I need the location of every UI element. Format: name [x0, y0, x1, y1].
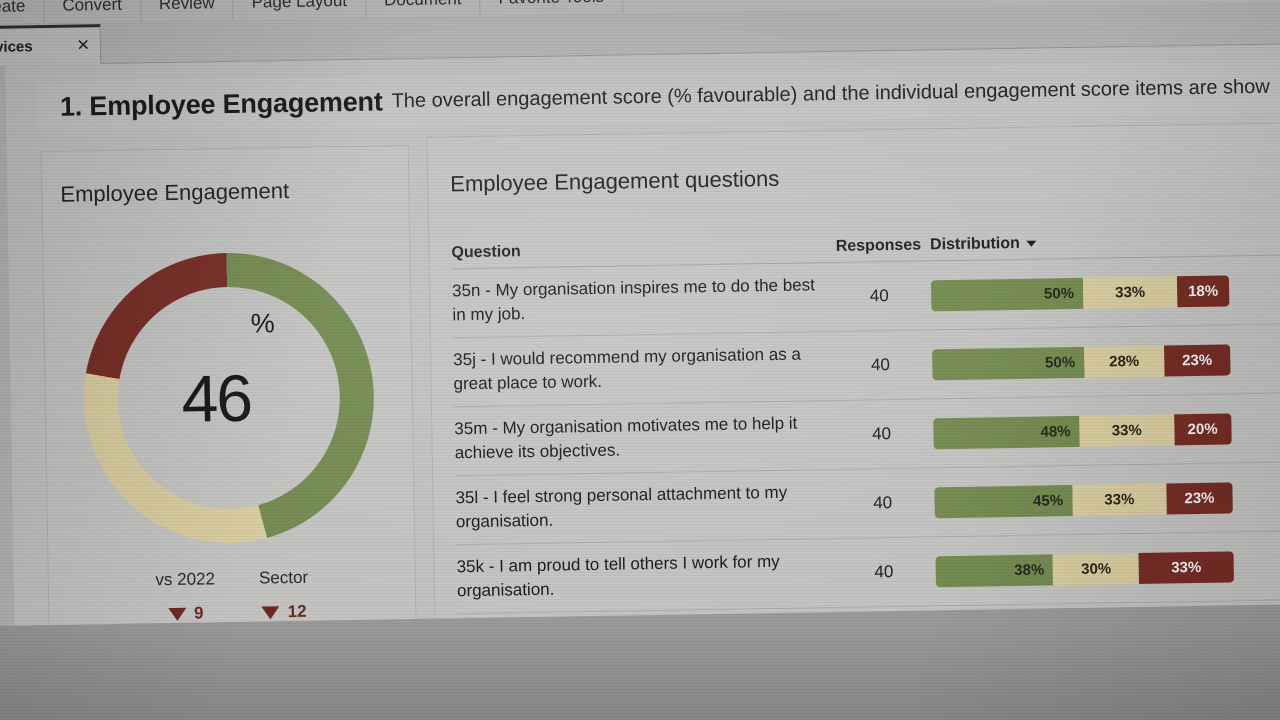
ribbon-tab-page-layout[interactable]: Page Layout: [233, 0, 367, 20]
distribution-segment-pos: 48%: [932, 415, 1080, 449]
ribbon-tab-review[interactable]: Review: [140, 0, 234, 22]
column-header-distribution-label: Distribution: [929, 234, 1020, 254]
column-header-vs: vs: [1238, 230, 1280, 249]
stat-label: Sector: [258, 567, 309, 588]
vs-value: -: [1242, 487, 1280, 506]
photo-of-screen: eate Convert Review Page Layout Document…: [0, 0, 1280, 720]
stat-sector: Sector 12: [259, 568, 309, 623]
distribution-segment-pos: 50%: [930, 277, 1084, 311]
distribution-segment-pos: 45%: [934, 484, 1073, 518]
question-text: 35k - I am proud to tell others I work f…: [456, 551, 780, 601]
close-icon[interactable]: ✕: [76, 37, 90, 54]
column-header-question: Question: [451, 243, 521, 262]
stat-label: vs 2022: [155, 569, 216, 590]
page-title: 1. Employee Engagement: [59, 85, 383, 122]
distribution-cell: 38% 30% 33%: [935, 550, 1243, 587]
column-header-responses: Responses: [835, 236, 922, 255]
distribution-segment-mid: 30%: [1052, 552, 1140, 585]
responses-count: 40: [873, 493, 893, 513]
document-tab-label: ervices: [0, 38, 33, 57]
distribution-bar: 50% 33% 18%: [930, 274, 1230, 311]
stat-value-row: 12: [259, 602, 308, 623]
donut-value: 46: [180, 360, 252, 436]
distribution-segment-neg: 18%: [1177, 274, 1230, 307]
responses-count: 40: [871, 424, 892, 444]
distribution-cell: 45% 33% 23%: [934, 481, 1242, 518]
vs-value: -: [1240, 349, 1280, 368]
ribbon-tab-document[interactable]: Document: [365, 0, 481, 18]
question-text: 35m - My organisation motivates me to he…: [454, 413, 798, 463]
distribution-cell: 48% 33% 20%: [932, 412, 1241, 449]
stat-value-row: 9: [156, 603, 216, 624]
responses-count: 40: [874, 562, 894, 582]
distribution-segment-mid: 33%: [1079, 413, 1175, 447]
donut-card-title: Employee Engagement: [60, 178, 290, 207]
question-text: 35n - My organisation inspires me to do …: [451, 275, 816, 325]
stat-value: 12: [287, 601, 307, 622]
table-row[interactable]: 35k - I am proud to tell others I work f…: [456, 530, 1280, 615]
chevron-down-icon[interactable]: [1026, 240, 1037, 247]
employee-engagement-score-card: Employee Engagement 46 % vs 2022 9 Secto…: [40, 145, 418, 674]
employee-engagement-questions-card: Employee Engagement questions Question R…: [426, 121, 1280, 665]
triangle-down-icon: [167, 607, 187, 621]
distribution-bar: 50% 28% 23%: [931, 343, 1231, 380]
questions-card-title: Employee Engagement questions: [450, 165, 780, 197]
section-description: The overall engagement score (% favourab…: [391, 75, 1270, 112]
section-heading: 1. Employee Engagement The overall engag…: [37, 59, 1280, 134]
distribution-cell: 50% 33% 18%: [930, 274, 1239, 311]
stat-vs-2022: vs 2022 9: [155, 569, 215, 624]
table-body: 35n - My organisation inspires me to do …: [451, 254, 1280, 615]
distribution-bar: 45% 33% 23%: [934, 481, 1233, 518]
stat-value: 9: [193, 603, 204, 623]
document-page: 1. Employee Engagement The overall engag…: [5, 43, 1280, 674]
distribution-cell: 50% 28% 23%: [931, 343, 1240, 380]
distribution-segment-mid: 28%: [1083, 345, 1165, 378]
screen-surface: eate Convert Review Page Layout Document…: [0, 0, 1280, 720]
triangle-down-icon: [261, 605, 280, 620]
vs-value: [1239, 289, 1280, 290]
distribution-segment-mid: 33%: [1082, 275, 1178, 309]
distribution-segment-neg: 23%: [1166, 481, 1233, 514]
distribution-segment-neg: 23%: [1163, 343, 1231, 377]
responses-count: 40: [869, 286, 889, 306]
document-tab-services[interactable]: ervices ✕: [0, 24, 102, 67]
column-header-distribution[interactable]: Distribution: [930, 231, 1238, 254]
engagement-donut-chart: 46 %: [81, 250, 377, 546]
distribution-bar: 38% 30% 33%: [935, 550, 1234, 587]
vs-value: [1241, 427, 1280, 428]
comparison-stats: vs 2022 9 Sector 12: [49, 566, 416, 626]
distribution-segment-mid: 33%: [1071, 482, 1167, 516]
donut-unit: %: [250, 308, 276, 339]
questions-table: Question Responses Distribution vs 35n -…: [451, 214, 1280, 615]
distribution-bar: 48% 33% 20%: [932, 412, 1232, 449]
question-text: 35l - I feel strong personal attachment …: [455, 482, 788, 532]
distribution-segment-neg: 33%: [1138, 550, 1234, 584]
responses-count: 40: [870, 355, 891, 375]
distribution-segment-pos: 50%: [931, 346, 1085, 380]
ribbon-tab-create[interactable]: eate: [0, 0, 45, 24]
question-text: 35j - I would recommend my organisation …: [453, 344, 802, 394]
vs-value: -1: [1243, 556, 1280, 575]
distribution-segment-pos: 38%: [935, 553, 1054, 587]
ribbon-tab-convert[interactable]: Convert: [44, 0, 142, 24]
distribution-segment-neg: 20%: [1173, 412, 1232, 445]
